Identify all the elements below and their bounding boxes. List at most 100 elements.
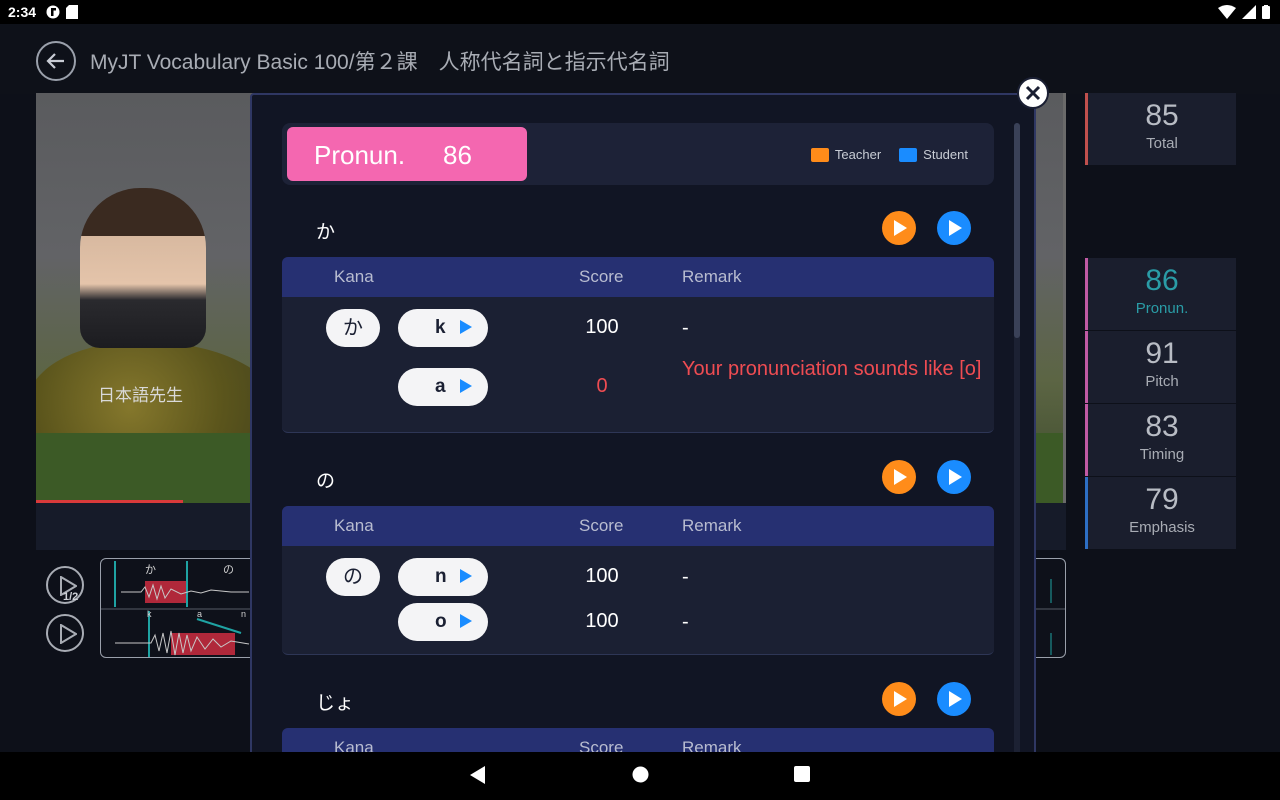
status-time: 2:34 (8, 4, 37, 20)
recents-nav-icon[interactable] (794, 766, 810, 782)
phoneme-label: k (435, 317, 446, 338)
teacher-play-button[interactable] (882, 460, 916, 494)
header-kana: Kana (334, 516, 374, 535)
remark-text: - (682, 317, 689, 339)
home-nav-icon[interactable] (632, 766, 649, 783)
dialog-scrollbar-thumb[interactable] (1014, 123, 1020, 338)
phoneme-play-chip[interactable]: a (398, 368, 488, 406)
score-total-label: Total (1146, 135, 1178, 152)
sd-card-icon (66, 5, 78, 19)
remark-text: Your pronunciation sounds like [o] (682, 358, 982, 380)
app-header: MyJT Vocabulary Basic 100/第２課 人称代名詞と指示代名… (0, 24, 1280, 94)
score-pitch[interactable]: 91 Pitch (1085, 331, 1236, 403)
app-notification-icon (46, 5, 60, 19)
pronun-label: Pronun. (314, 140, 406, 170)
score-emphasis-label: Emphasis (1129, 519, 1195, 536)
legend-teacher-label: Teacher (834, 147, 882, 162)
score-timing-value: 83 (1145, 410, 1179, 443)
table-header: Kana Score Remark (282, 506, 994, 546)
section-title: じょ (316, 693, 355, 714)
score-pitch-value: 91 (1145, 337, 1179, 370)
legend-student: Student (899, 147, 968, 162)
remark-text: - (682, 566, 689, 588)
play-icon (460, 320, 472, 334)
score-value: 100 (585, 610, 619, 632)
teacher-play-button[interactable] (882, 682, 916, 716)
table-header: Kana Score Remark (282, 257, 994, 297)
system-nav-bar (0, 752, 1280, 800)
score-timing[interactable]: 83 Timing (1085, 404, 1236, 476)
score-value: 100 (585, 565, 619, 587)
teacher-avatar (80, 188, 206, 348)
student-play-button[interactable] (937, 211, 971, 245)
close-dialog-button[interactable] (1017, 77, 1049, 109)
student-play-button[interactable] (937, 682, 971, 716)
header-remark: Remark (682, 516, 742, 535)
header-score: Score (579, 516, 624, 535)
pronun-score-pill: Pronun. 86 (287, 127, 527, 181)
app-screen: 2:34 MyJT Vocabulary Basic 100/第２課 人称代名詞… (0, 0, 1280, 800)
legend: Teacher Student (810, 147, 968, 162)
page-title: MyJT Vocabulary Basic 100/第２課 人称代名詞と指示代名… (90, 51, 670, 74)
phoneme-label: a (435, 376, 446, 397)
score-pronun-label: Pronun. (1135, 300, 1189, 317)
play-icon (460, 379, 472, 393)
play-icon (460, 614, 472, 628)
remark-text: - (682, 611, 689, 633)
wave-label-k: k (147, 609, 152, 619)
student-play-button[interactable] (937, 460, 971, 494)
phoneme-play-chip[interactable]: o (398, 603, 488, 641)
signal-icon (1242, 5, 1256, 19)
score-value: 0 (596, 375, 608, 397)
score-pronun-value: 86 (1145, 264, 1179, 297)
score-emphasis[interactable]: 79 Emphasis (1085, 477, 1236, 549)
play-icon (949, 691, 962, 707)
phoneme-play-chip[interactable]: n (398, 558, 488, 596)
play-icon (949, 469, 962, 485)
score-timing-label: Timing (1139, 446, 1185, 463)
legend-teacher: Teacher (810, 147, 882, 162)
pronun-value: 86 (443, 140, 472, 170)
header-remark: Remark (682, 267, 742, 286)
phoneme-label: o (435, 611, 447, 632)
score-pitch-label: Pitch (1145, 373, 1179, 390)
phoneme-play-chip[interactable]: k (398, 309, 488, 347)
arrow-left-icon (46, 53, 64, 69)
score-emphasis-value: 79 (1145, 483, 1179, 516)
close-icon (1025, 85, 1041, 101)
play-icon (949, 220, 962, 236)
score-pronun[interactable]: 86 Pronun. (1085, 258, 1236, 330)
back-nav-icon[interactable] (470, 766, 486, 784)
teacher-swatch (810, 147, 829, 162)
kana-chip[interactable]: か (326, 309, 380, 347)
back-button[interactable] (36, 41, 76, 81)
video-frame-edge (1063, 93, 1066, 503)
teacher-name: 日本語先生 (98, 386, 183, 405)
play-normal-button[interactable] (46, 614, 84, 652)
legend-student-label: Student (923, 147, 968, 162)
battery-icon (1262, 5, 1270, 19)
teacher-play-button[interactable] (882, 211, 916, 245)
wave-label-no: の (223, 564, 234, 576)
section-title: の (316, 471, 336, 492)
header-kana: Kana (334, 267, 374, 286)
play-icon (894, 220, 907, 236)
status-bar: 2:34 (0, 0, 1280, 24)
score-total[interactable]: 85 Total (1085, 93, 1236, 165)
kana-chip[interactable]: の (326, 558, 380, 596)
student-swatch (899, 147, 918, 162)
score-total-value: 85 (1145, 99, 1179, 132)
score-value: 100 (585, 316, 619, 338)
section-title: か (316, 222, 336, 243)
wifi-icon (1218, 5, 1236, 19)
phoneme-table: Kana Score Remark の n 100 - o 100 - (282, 506, 994, 655)
header-score: Score (579, 267, 624, 286)
status-right-icons (1218, 5, 1270, 19)
wave-label-n: n (241, 609, 247, 619)
play-icon (60, 624, 77, 644)
play-icon (894, 469, 907, 485)
pronunciation-detail-dialog: Pronun. 86 Teacher Student か Kana Score … (250, 93, 1036, 763)
half-speed-label: 1/2 (63, 591, 79, 603)
play-icon (460, 569, 472, 583)
wave-label-ka: か (145, 564, 156, 576)
